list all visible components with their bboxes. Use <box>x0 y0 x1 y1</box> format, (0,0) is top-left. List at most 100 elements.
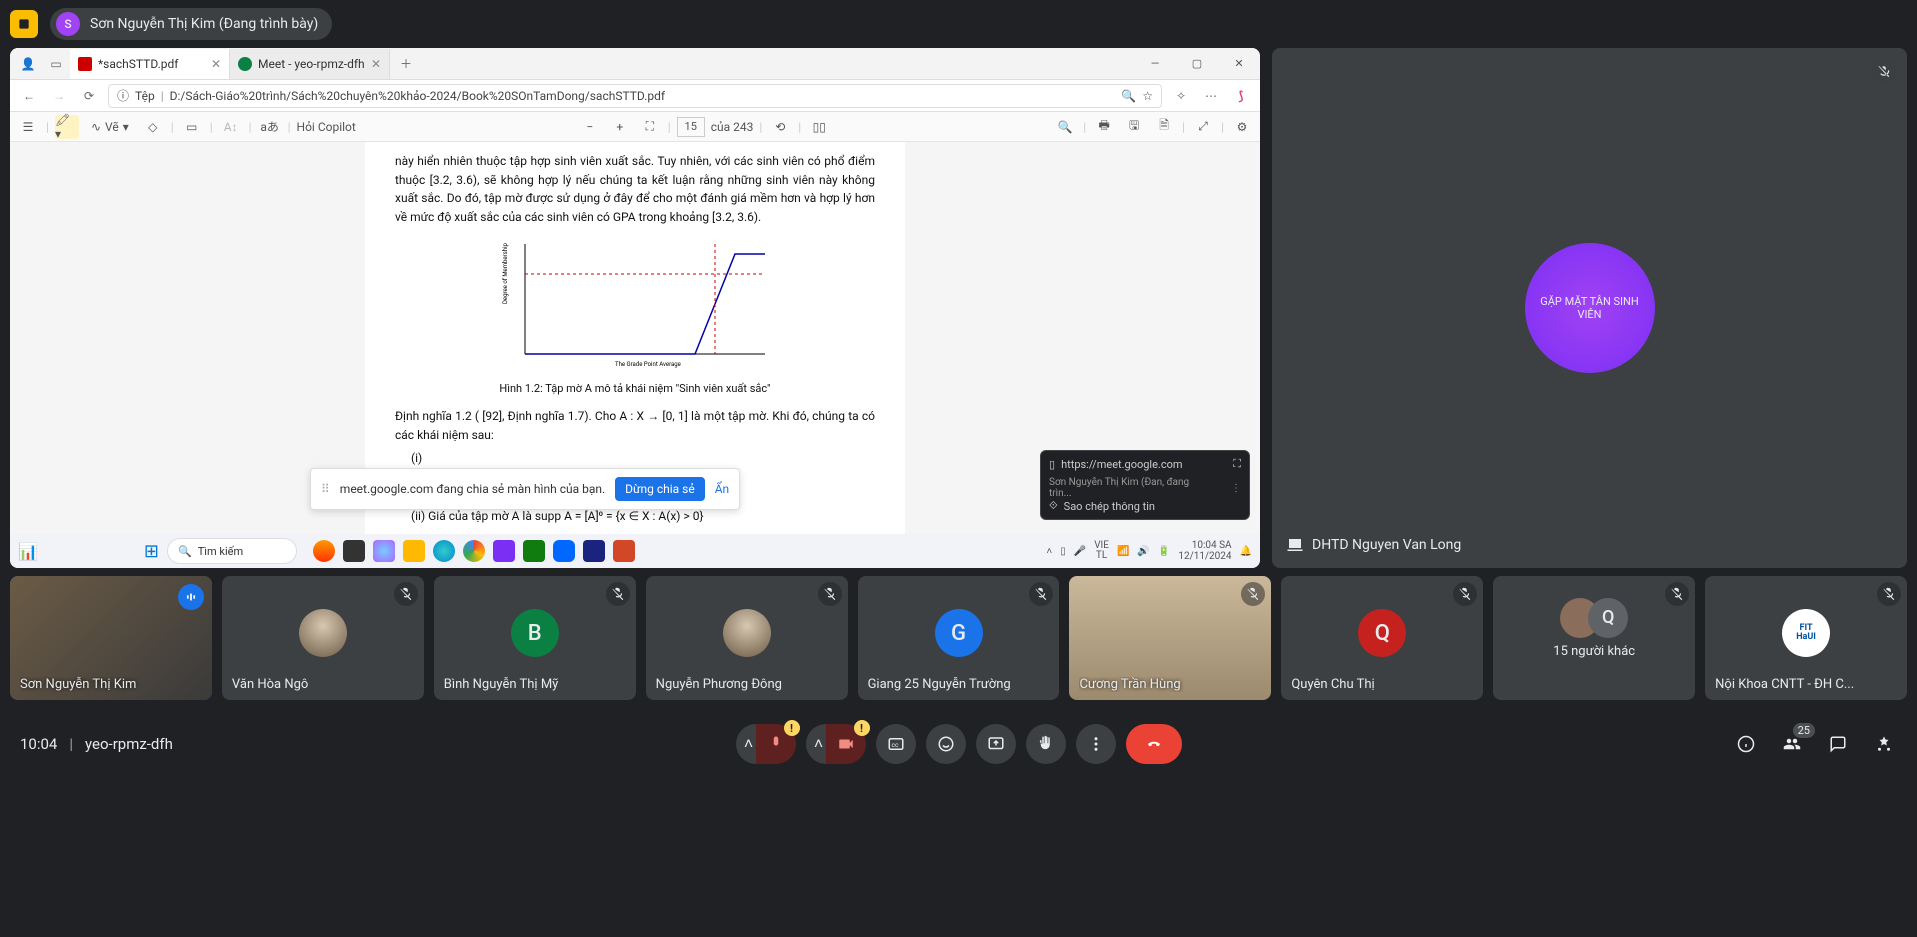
zoom-icon[interactable]: 🔍 <box>1121 89 1136 103</box>
participant-tile[interactable]: Nguyễn Phương Đông <box>646 576 848 700</box>
volume-icon[interactable]: 🔊 <box>1137 546 1149 557</box>
tab-meet[interactable]: Meet - yeo-rpmz-dfh ✕ <box>230 49 390 79</box>
chat-button[interactable] <box>1825 731 1851 757</box>
taskbar-app-icon[interactable] <box>343 540 365 562</box>
minimize-button[interactable]: — <box>1134 49 1176 79</box>
taskbar-app-icon[interactable] <box>463 540 485 562</box>
mic-control-split[interactable]: ˄ ! <box>736 724 796 764</box>
language-indicator[interactable]: VIE TL <box>1094 541 1109 561</box>
workspaces-icon[interactable]: ▭ <box>44 53 68 75</box>
maximize-button[interactable]: ▢ <box>1176 49 1218 79</box>
wifi-icon[interactable]: 📶 <box>1117 546 1129 557</box>
tray-icon[interactable]: ▯ <box>1060 546 1066 557</box>
copilot-prompt[interactable]: Hỏi Copilot <box>297 120 356 134</box>
presenter-pill[interactable]: S Sơn Nguyễn Thị Kim (Đang trình bày) <box>50 8 332 40</box>
leave-call-button[interactable] <box>1126 724 1182 764</box>
back-button[interactable]: ← <box>18 85 40 107</box>
highlight-button[interactable]: 🖍 ▾ <box>55 115 79 139</box>
notifications-icon[interactable]: 🔔 <box>1240 546 1252 557</box>
fullscreen-button[interactable]: ⤢ <box>1191 115 1215 139</box>
translate-button[interactable]: aあ <box>258 115 282 139</box>
zoom-out-button[interactable]: − <box>578 115 602 139</box>
participant-tile[interactable]: FITHaUINội Khoa CNTT - ĐH C... <box>1705 576 1907 700</box>
text-button[interactable]: ▭ <box>180 115 204 139</box>
tab-pdf[interactable]: *sachSTTD.pdf ✕ <box>70 49 230 79</box>
activities-button[interactable] <box>1871 731 1897 757</box>
collections-icon[interactable]: ✧ <box>1170 85 1192 107</box>
zoom-in-button[interactable]: + <box>608 115 632 139</box>
grip-icon[interactable]: ⠿ <box>321 482 330 496</box>
app-icon[interactable] <box>10 10 38 38</box>
print-button[interactable]: 🖶 <box>1092 115 1116 139</box>
camera-button[interactable]: ! <box>826 724 866 764</box>
taskbar-app-icon[interactable] <box>583 540 605 562</box>
copilot-icon[interactable]: ⟆ <box>1230 85 1252 107</box>
personal-icon[interactable]: 👤 <box>16 53 40 75</box>
taskbar-app-icon[interactable] <box>553 540 575 562</box>
widgets-icon[interactable]: 📊 <box>18 542 38 561</box>
clock-date: 12/11/2024 <box>1178 551 1231 562</box>
meeting-details-button[interactable] <box>1733 731 1759 757</box>
contents-button[interactable]: ☰ <box>16 115 40 139</box>
captions-button[interactable]: cc <box>876 724 916 764</box>
reactions-button[interactable] <box>926 724 966 764</box>
windows-taskbar[interactable]: 📊 ⊞ 🔍Tìm kiếm ˄ ▯ � <box>10 534 1260 568</box>
meet-pip[interactable]: ▯https://meet.google.com⛶ Sơn Nguyễn Thị… <box>1040 450 1250 520</box>
participant-tile[interactable]: QQuyên Chu Thị <box>1281 576 1483 700</box>
people-count-badge: 25 <box>1793 723 1815 738</box>
tab-title: Meet - yeo-rpmz-dfh <box>258 57 365 71</box>
participant-tile[interactable]: Sơn Nguyễn Thị Kim <box>10 576 212 700</box>
participant-name: Nguyễn Phương Đông <box>656 677 838 692</box>
camera-control-split[interactable]: ˄ ! <box>806 724 866 764</box>
participant-tile[interactable]: GGiang 25 Nguyễn Trường <box>858 576 1060 700</box>
tray-chevron-icon[interactable]: ˄ <box>1046 546 1052 557</box>
taskbar-app-icon[interactable] <box>433 540 455 562</box>
more-options-button[interactable] <box>1076 724 1116 764</box>
menu-icon[interactable]: ⋯ <box>1200 85 1222 107</box>
erase-button[interactable]: ◇ <box>141 115 165 139</box>
pinned-participant[interactable]: GẶP MẶT TÂN SINH VIÊN DHTD Nguyen Van Lo… <box>1272 48 1907 568</box>
search-button[interactable]: 🔍 <box>1053 115 1077 139</box>
taskbar-app-icon[interactable] <box>523 540 545 562</box>
mic-button[interactable]: ! <box>756 724 796 764</box>
participant-tile[interactable]: BBình Nguyễn Thị Mỹ <box>434 576 636 700</box>
present-button[interactable] <box>976 724 1016 764</box>
participant-tile[interactable]: Văn Hòa Ngô <box>222 576 424 700</box>
saveas-button[interactable]: 🗎 <box>1152 115 1176 139</box>
avatar <box>299 609 347 657</box>
draw-button[interactable]: ∿ Vẽ ▾ <box>85 115 135 139</box>
taskbar-app-icon[interactable] <box>313 540 335 562</box>
battery-icon[interactable]: 🔋 <box>1158 546 1170 557</box>
taskbar-app-icon[interactable] <box>373 540 395 562</box>
page-input[interactable]: 15 <box>677 117 705 137</box>
start-button[interactable]: ⊞ <box>144 541 159 562</box>
close-icon[interactable]: ✕ <box>211 57 221 71</box>
close-icon[interactable]: ✕ <box>371 57 381 71</box>
taskbar-app-icon[interactable] <box>613 540 635 562</box>
close-window-button[interactable]: ✕ <box>1218 49 1260 79</box>
people-button[interactable]: 25 <box>1779 731 1805 757</box>
refresh-button[interactable]: ⟳ <box>78 85 100 107</box>
hide-notice-button[interactable]: Ẩn <box>715 482 729 496</box>
notice-text: meet.google.com đang chia sẻ màn hình củ… <box>340 482 605 496</box>
participant-tile[interactable]: Cương Trần Hùng <box>1069 576 1271 700</box>
meet-icon <box>238 57 252 71</box>
clock-time[interactable]: 10:04 SA <box>1178 540 1231 551</box>
taskbar-app-icon[interactable] <box>403 540 425 562</box>
save-button[interactable]: 🖫 <box>1122 115 1146 139</box>
tray-icon[interactable]: 🎤 <box>1074 546 1086 557</box>
raise-hand-button[interactable] <box>1026 724 1066 764</box>
more-icon[interactable]: ⋮ <box>1231 483 1241 494</box>
fit-button[interactable]: ⛶ <box>638 115 662 139</box>
pageview-button[interactable]: ▯▯ <box>807 115 831 139</box>
rotate-button[interactable]: ⟲ <box>768 115 792 139</box>
taskbar-app-icon[interactable] <box>493 540 515 562</box>
settings-button[interactable]: ⚙ <box>1230 115 1254 139</box>
new-tab-button[interactable]: ＋ <box>394 53 418 75</box>
stop-sharing-button[interactable]: Dừng chia sẻ <box>615 477 705 501</box>
forward-button: → <box>48 85 70 107</box>
participant-tile[interactable]: Q15 người khác <box>1493 576 1695 700</box>
favorite-icon[interactable]: ☆ <box>1142 89 1153 103</box>
url-input[interactable]: ⓘ Tệp | D:/Sách-Giáo%20trình/Sách%20chuy… <box>108 84 1162 108</box>
taskbar-search[interactable]: 🔍Tìm kiếm <box>167 538 297 564</box>
